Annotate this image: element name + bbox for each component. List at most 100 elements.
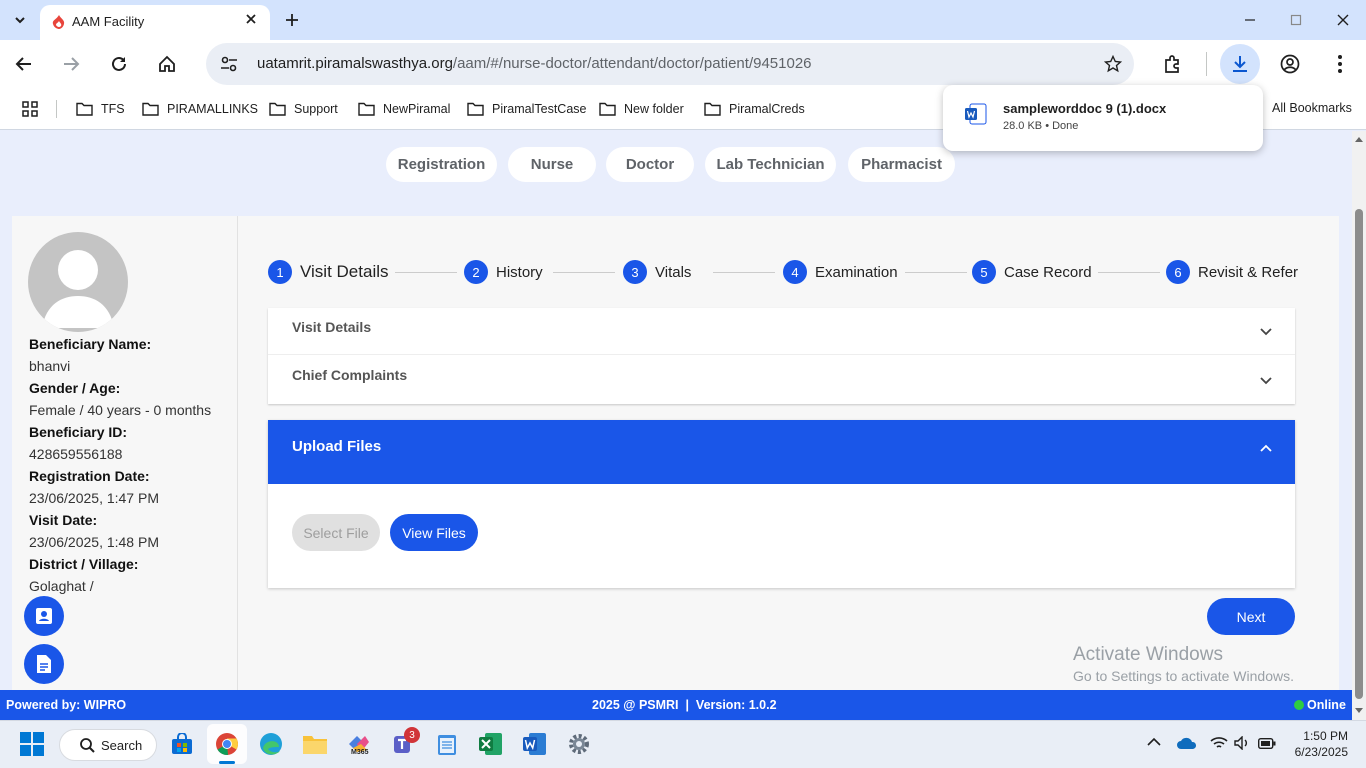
taskbar-search[interactable]: Search (59, 729, 157, 761)
gender-age: Female / 40 years - 0 months (29, 402, 212, 418)
clock-time[interactable]: 1:50 PM (1288, 729, 1348, 743)
chevron-down-icon (1260, 328, 1272, 336)
word-icon[interactable] (515, 724, 555, 764)
beneficiary-details-button[interactable] (24, 596, 64, 636)
bookmark-folder[interactable]: NewPiramal (358, 88, 450, 130)
step-number: 3 (623, 260, 647, 284)
tab-close-icon[interactable] (245, 13, 257, 25)
teams-icon[interactable]: 3 (383, 724, 423, 764)
windows-start-icon[interactable] (12, 724, 52, 764)
file-explorer-icon[interactable] (295, 724, 335, 764)
tab-search-icon[interactable] (4, 4, 36, 36)
role-tab-doctor[interactable]: Doctor (606, 147, 694, 182)
m365-icon[interactable]: M365 (339, 724, 379, 764)
step-vitals[interactable]: 3 Vitals (623, 260, 691, 284)
reload-icon[interactable] (103, 48, 135, 80)
volume-icon[interactable] (1234, 736, 1250, 750)
browser-tab[interactable]: AAM Facility (40, 5, 270, 40)
view-files-button[interactable]: View Files (390, 514, 478, 551)
online-status-dot (1294, 700, 1304, 710)
step-revisit-refer[interactable]: 6 Revisit & Refer (1166, 260, 1298, 284)
beneficiary-id: 428659556188 (29, 446, 123, 462)
role-tab-registration[interactable]: Registration (386, 147, 497, 182)
bookmark-folder[interactable]: New folder (599, 88, 684, 130)
visit-details-panel-title: Visit Details (292, 319, 372, 335)
download-bubble[interactable]: sampleworddoc 9 (1).docx 28.0 KB • Done (943, 85, 1263, 151)
step-number: 1 (268, 260, 292, 284)
step-label: Visit Details (300, 262, 389, 281)
home-icon[interactable] (151, 48, 183, 80)
excel-icon[interactable] (471, 724, 511, 764)
beneficiary-name: bhanvi (29, 358, 71, 374)
role-tab-nurse[interactable]: Nurse (508, 147, 596, 182)
bookmark-folder[interactable]: Support (269, 88, 338, 130)
folder-icon (269, 102, 286, 116)
step-number: 5 (972, 260, 996, 284)
onedrive-icon[interactable] (1177, 736, 1197, 750)
role-tab-pharmacist[interactable]: Pharmacist (848, 147, 955, 182)
online-status: Online (1307, 698, 1346, 712)
active-indicator (219, 761, 235, 764)
bookmark-folder[interactable]: TFS (76, 88, 125, 130)
menu-kebab-icon[interactable] (1324, 48, 1356, 80)
address-bar[interactable]: uatamrit.piramalswasthya.org/aam/#/nurse… (206, 43, 1134, 85)
wifi-icon[interactable] (1210, 736, 1228, 750)
all-bookmarks-link[interactable]: All Bookmarks (1272, 101, 1352, 115)
chief-complaints-panel-header[interactable]: Chief Complaints (268, 355, 1295, 404)
word-file-icon (965, 103, 987, 125)
bookmark-folder[interactable]: PiramalCreds (704, 88, 805, 130)
district-village: Golaghat / (29, 578, 94, 594)
chevron-down-icon (1260, 377, 1272, 385)
forward-icon[interactable] (55, 48, 87, 80)
gender-age-label: Gender / Age: (29, 380, 121, 396)
scrollbar-thumb[interactable] (1355, 209, 1363, 699)
registration-date-label: Registration Date: (29, 468, 150, 484)
extensions-icon[interactable] (1157, 48, 1189, 80)
bookmark-folder-label: PIRAMALLINKS (167, 102, 259, 116)
step-visit-details[interactable]: 1 Visit Details (268, 260, 389, 284)
activate-windows-subtitle: Go to Settings to activate Windows. (1073, 668, 1294, 684)
step-label: History (496, 263, 543, 281)
close-window-icon[interactable] (1327, 4, 1359, 36)
role-tab-lab-technician[interactable]: Lab Technician (705, 147, 836, 182)
bookmark-folder[interactable]: PIRAMALLINKS (142, 88, 258, 130)
m365-label: M365 (351, 749, 369, 756)
url-text: uatamrit.piramalswasthya.org/aam/#/nurse… (257, 55, 812, 72)
visit-date: 23/06/2025, 1:48 PM (29, 534, 159, 550)
upload-files-panel-header[interactable]: Upload Files (268, 420, 1295, 484)
next-button[interactable]: Next (1207, 598, 1295, 635)
bookmarks-divider (56, 100, 57, 118)
show-hidden-icons[interactable] (1147, 737, 1161, 747)
step-case-record[interactable]: 5 Case Record (972, 260, 1092, 284)
step-label: Vitals (655, 263, 692, 281)
chrome-taskbar-icon[interactable] (207, 724, 247, 764)
document-button[interactable] (24, 644, 64, 684)
page-scrollbar[interactable] (1352, 131, 1366, 720)
minimize-icon[interactable] (1234, 4, 1266, 36)
clock-date[interactable]: 6/23/2025 (1278, 745, 1348, 759)
restore-icon[interactable] (1280, 4, 1312, 36)
stepper-connector (713, 272, 775, 273)
scroll-up-icon[interactable] (1355, 136, 1363, 142)
beneficiary-id-label: Beneficiary ID: (29, 424, 128, 440)
bookmark-folder[interactable]: PiramalTestCase (467, 88, 586, 130)
bookmark-star-icon[interactable] (1104, 55, 1122, 73)
downloads-icon[interactable] (1220, 44, 1260, 84)
site-settings-icon[interactable] (220, 55, 238, 73)
notepad-icon[interactable] (427, 724, 467, 764)
profile-icon[interactable] (1274, 48, 1306, 80)
bookmark-folder-label: NewPiramal (383, 102, 451, 116)
step-examination[interactable]: 4 Examination (783, 260, 898, 284)
stepper-connector (1098, 272, 1160, 273)
store-icon[interactable] (162, 724, 202, 764)
back-icon[interactable] (8, 48, 40, 80)
scroll-down-icon[interactable] (1355, 708, 1363, 714)
visit-details-panel-header[interactable]: Visit Details (268, 308, 1295, 355)
new-tab-icon[interactable] (276, 4, 308, 36)
edge-icon[interactable] (251, 724, 291, 764)
apps-grid-icon[interactable] (14, 93, 46, 125)
select-file-button[interactable]: Select File (292, 514, 380, 551)
settings-icon[interactable] (559, 724, 599, 764)
battery-icon[interactable] (1258, 738, 1276, 749)
step-history[interactable]: 2 History (464, 260, 543, 284)
